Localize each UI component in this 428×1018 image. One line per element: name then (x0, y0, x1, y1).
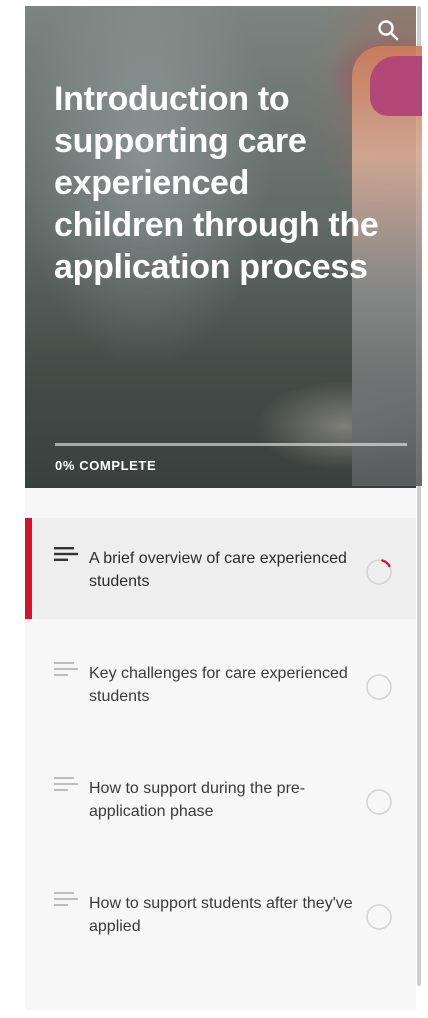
lesson-title: Key challenges for care experienced stud… (89, 665, 348, 705)
course-progress-label: 0% COMPLETE (55, 458, 157, 473)
lesson-not-started-icon (366, 789, 392, 815)
lesson-list-icon (54, 777, 78, 791)
course-title: Introduction to supporting care experien… (54, 80, 379, 286)
lesson-in-progress-icon (366, 559, 392, 585)
course-progress-bar (55, 443, 407, 446)
lesson-not-started-icon (366, 904, 392, 930)
lesson-list-icon (54, 892, 78, 906)
lesson-item[interactable]: A brief overview of care experienced stu… (25, 518, 416, 619)
search-icon (378, 20, 399, 41)
lesson-list: A brief overview of care experienced stu… (25, 518, 416, 964)
lesson-item[interactable]: Key challenges for care experienced stud… (25, 633, 416, 734)
lesson-title: How to support during the pre-applicatio… (89, 780, 306, 820)
search-button[interactable] (376, 18, 400, 42)
lesson-list-icon (54, 662, 78, 676)
lesson-title: How to support students after they've ap… (89, 895, 353, 935)
lesson-list-icon (54, 547, 78, 561)
lesson-title: A brief overview of care experienced stu… (89, 550, 347, 590)
lesson-not-started-icon (366, 674, 392, 700)
course-sidebar: Introduction to supporting care experien… (25, 6, 422, 1010)
lesson-item[interactable]: How to support students after they've ap… (25, 863, 416, 964)
course-cover: Introduction to supporting care experien… (25, 6, 422, 488)
lesson-item[interactable]: How to support during the pre-applicatio… (25, 748, 416, 849)
